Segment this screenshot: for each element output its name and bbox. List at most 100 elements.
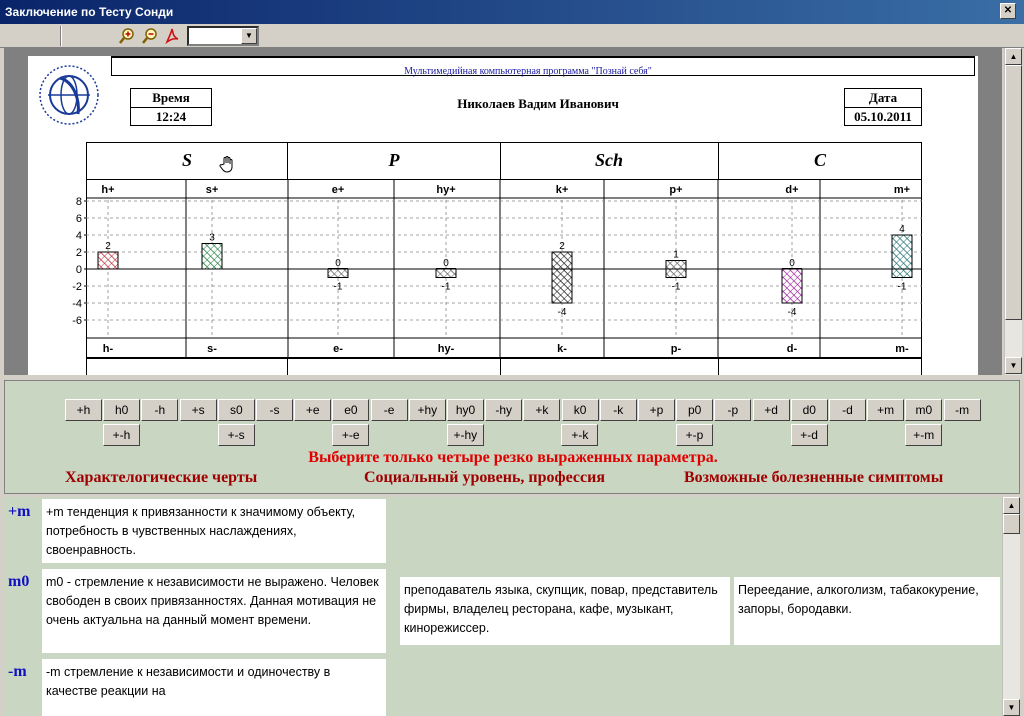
- factor-button-p0[interactable]: p0: [676, 399, 714, 421]
- factor-button-minus-e[interactable]: -e: [370, 399, 408, 421]
- result-trait-1: m0 - стремление к независимости не выраж…: [42, 569, 386, 653]
- bar-positive-value: 2: [559, 241, 565, 252]
- results-scrollbar[interactable]: ▲ ▼: [1002, 497, 1020, 716]
- pdf-export-icon[interactable]: [163, 27, 181, 45]
- program-name: Мультимедийная компьютерная программа "П…: [404, 66, 652, 77]
- factor-label-bottom: s-: [207, 343, 217, 355]
- date-label: Дата: [868, 90, 898, 105]
- factor-controls-panel: +h h0 -h +s s0 -s +e e0 -e +hy hy0 -hy +k k0 -k +p p0 -p +…: [4, 380, 1020, 494]
- factor-button-plusminus-m[interactable]: +m: [867, 399, 905, 421]
- bottom-group-cell-sch: [500, 358, 719, 375]
- report-scroll-down-icon[interactable]: ▼: [1005, 357, 1022, 374]
- factor-button-plusminus-p[interactable]: +p: [638, 399, 675, 421]
- result-symptoms-1: Переедание, алкоголизм, табакокурение, з…: [734, 577, 1000, 645]
- factor-button-k0[interactable]: k0: [561, 399, 599, 421]
- factor-button-minus-d[interactable]: -d: [829, 399, 866, 421]
- zoom-select[interactable]: ▼: [187, 26, 259, 46]
- results-panel: +m +m тенденция к привязанности к значим…: [4, 497, 1002, 716]
- factor-label-bottom: m-: [895, 343, 909, 355]
- results-scroll-up-icon[interactable]: ▲: [1003, 497, 1020, 514]
- factor-button-minus-m[interactable]: -m: [943, 399, 981, 421]
- factor-label-top: m+: [894, 184, 910, 196]
- factor-button-plusminus-k[interactable]: +k: [523, 399, 561, 421]
- window-title: Заключение по Тесту Сонди: [5, 5, 174, 19]
- close-button[interactable]: ✕: [1000, 3, 1016, 19]
- factor-button-h0[interactable]: h0: [103, 399, 141, 421]
- factor-label-top: k+: [556, 184, 569, 196]
- column-header-traits: Характелогические черты: [65, 469, 258, 486]
- results-scroll-down-icon[interactable]: ▼: [1003, 699, 1020, 716]
- factor-button-minus-h[interactable]: -h: [141, 399, 179, 421]
- factor-button-plusminus-d[interactable]: +d: [752, 399, 790, 421]
- bar-positive-value: 0: [443, 258, 449, 269]
- bar-negative: [665, 268, 687, 278]
- zoom-out-icon[interactable]: [141, 27, 159, 45]
- factor-button-ambivalent-k[interactable]: +-k: [561, 424, 599, 446]
- column-header-social: Социальный уровень, профессия: [364, 469, 605, 486]
- factor-button-e0[interactable]: e0: [332, 399, 370, 421]
- bar-negative-value: -1: [898, 282, 907, 293]
- y-tick-label: 2: [76, 247, 82, 259]
- factor-button-hy0[interactable]: hy0: [447, 399, 484, 421]
- factor-button-plusminus-hy[interactable]: +hy: [408, 399, 446, 421]
- factor-button-minus-p[interactable]: -p: [714, 399, 752, 421]
- y-tick-label: 0: [76, 264, 82, 276]
- result-label-0: +m: [8, 503, 31, 520]
- date-box: Дата 05.10.2011: [844, 88, 922, 126]
- bar-positive-value: 0: [789, 258, 795, 269]
- bar-positive-value: 2: [105, 241, 111, 252]
- factor-label-top: s+: [206, 184, 219, 196]
- group-label-c: C: [813, 150, 826, 170]
- title-bar: Заключение по Тесту Сонди ✕: [0, 0, 1024, 24]
- factor-button-ambivalent-d[interactable]: +-d: [790, 424, 828, 446]
- factor-button-minus-hy[interactable]: -hy: [485, 399, 523, 421]
- toolbar-separator: [60, 26, 62, 46]
- factor-label-top: hy+: [436, 184, 455, 196]
- factor-button-ambivalent-hy[interactable]: +-hy: [446, 424, 484, 446]
- factor-button-minus-s[interactable]: -s: [256, 399, 293, 421]
- report-scroll-thumb[interactable]: [1005, 65, 1022, 320]
- factor-button-ambivalent-p[interactable]: +-p: [676, 424, 713, 446]
- report-vertical-scrollbar[interactable]: ▲ ▼: [1004, 48, 1022, 375]
- time-label: Время: [152, 90, 190, 105]
- factor-label-top: p+: [669, 184, 682, 196]
- report-scroll-up-icon[interactable]: ▲: [1005, 48, 1022, 65]
- factor-button-ambivalent-h[interactable]: +-h: [103, 424, 140, 446]
- bar-negative: [551, 268, 573, 304]
- zoom-in-icon[interactable]: [118, 27, 136, 45]
- factor-button-s0[interactable]: s0: [217, 399, 255, 421]
- factor-button-plusminus-s[interactable]: +s: [179, 399, 217, 421]
- bar-negative: [781, 268, 803, 304]
- result-label-2: -m: [8, 663, 27, 680]
- factor-label-bottom: p-: [671, 343, 682, 355]
- program-logo-icon: [39, 65, 99, 125]
- group-label-s: S: [181, 150, 192, 170]
- bar-positive: [97, 251, 119, 270]
- szondi-profile-table: S P Sch C 8 6 4 2 0 -2 -4 -6 h+ h- 2 s+ s- 3 e+ e- 0 -1 hy…: [72, 142, 950, 375]
- results-scroll-thumb[interactable]: [1003, 514, 1020, 534]
- y-tick-label: 4: [76, 230, 82, 242]
- time-value: 12:24: [131, 107, 211, 125]
- time-box: Время 12:24: [130, 88, 212, 126]
- factor-label-bottom: h-: [103, 343, 114, 355]
- chevron-down-icon[interactable]: ▼: [241, 28, 257, 44]
- y-tick-label: -6: [72, 315, 82, 327]
- factor-button-ambivalent-m[interactable]: +-m: [905, 424, 943, 446]
- factor-label-top: d+: [785, 184, 798, 196]
- bar-negative-value: -4: [558, 307, 567, 318]
- report-preview: Мультимедийная компьютерная программа "П…: [4, 48, 1006, 375]
- factor-button-ambivalent-s[interactable]: +-s: [217, 424, 255, 446]
- factor-button-plusminus-h[interactable]: +h: [65, 399, 102, 421]
- factor-button-ambivalent-e[interactable]: +-e: [332, 424, 370, 446]
- factor-label-top: h+: [101, 184, 114, 196]
- szondi-bar-chart: 8 6 4 2 0 -2 -4 -6 h+ h- 2 s+ s- 3 e+ e- 0 -1 hy+ hy- 0 -1 k+ k…: [72, 180, 922, 358]
- factor-button-m0[interactable]: m0: [905, 399, 943, 421]
- column-header-symptoms: Возможные болезненные симптомы: [684, 469, 944, 486]
- bar-positive: [201, 243, 223, 270]
- factor-button-d0[interactable]: d0: [790, 399, 828, 421]
- factor-button-minus-k[interactable]: -k: [599, 399, 637, 421]
- date-value: 05.10.2011: [845, 107, 921, 125]
- bar-negative-value: -1: [334, 282, 343, 293]
- factor-button-plusminus-e[interactable]: +e: [294, 399, 332, 421]
- bar-positive-value: 1: [673, 250, 679, 261]
